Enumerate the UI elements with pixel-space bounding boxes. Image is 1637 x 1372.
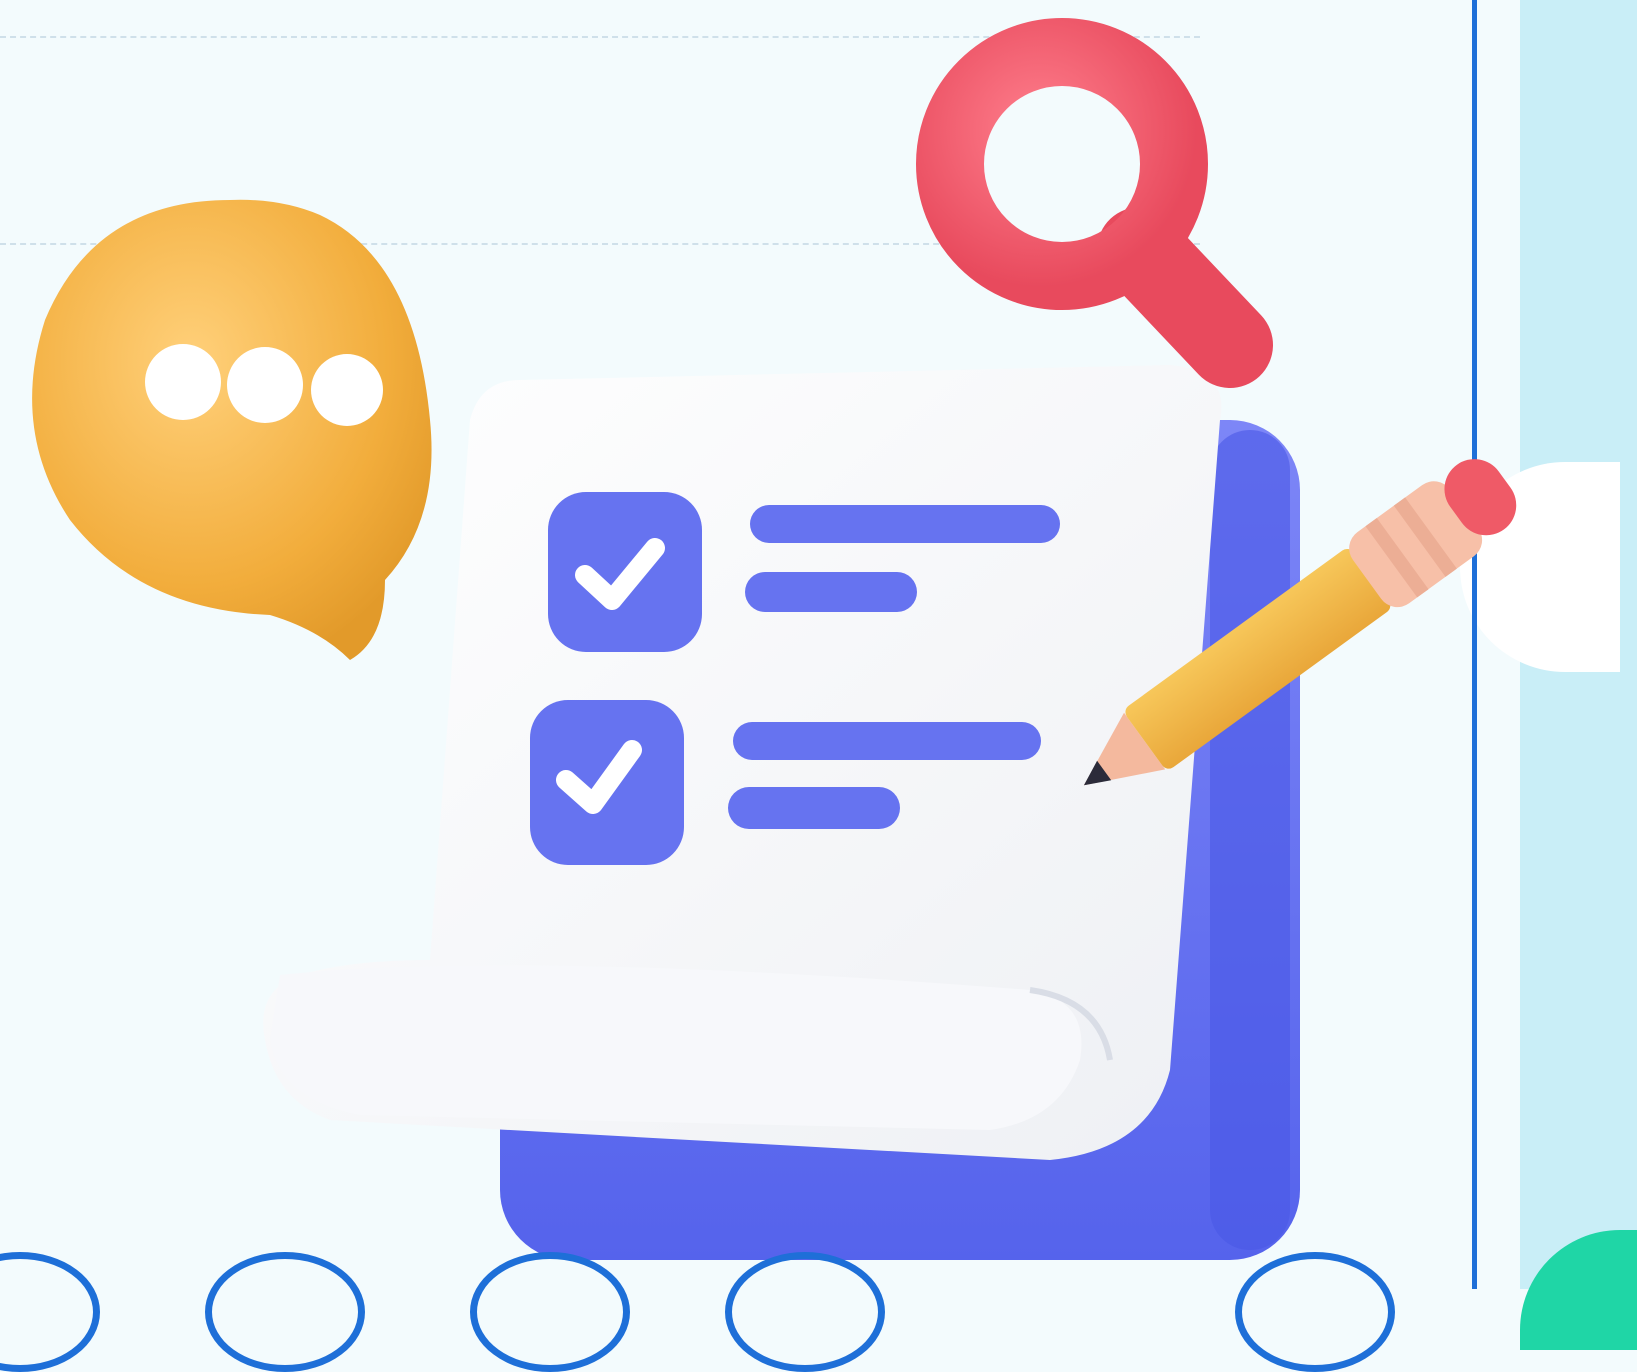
- text-line-placeholder: [745, 572, 917, 612]
- illustration-art: [32, 18, 1517, 1260]
- text-line-placeholder: [750, 505, 1060, 543]
- dot-icon: [311, 354, 383, 426]
- illustration-stage: [0, 0, 1637, 1372]
- text-line-placeholder: [733, 722, 1041, 760]
- chat-bubble-icon: [32, 199, 432, 660]
- binder-ring-icon: [1235, 1252, 1395, 1372]
- dot-icon: [227, 347, 303, 423]
- binder-ring-icon: [205, 1252, 365, 1372]
- binder-ring-icon: [470, 1252, 630, 1372]
- magnifier-icon: [916, 18, 1273, 388]
- dot-icon: [145, 344, 221, 420]
- text-line-placeholder: [728, 787, 900, 829]
- binder-ring-icon: [725, 1252, 885, 1372]
